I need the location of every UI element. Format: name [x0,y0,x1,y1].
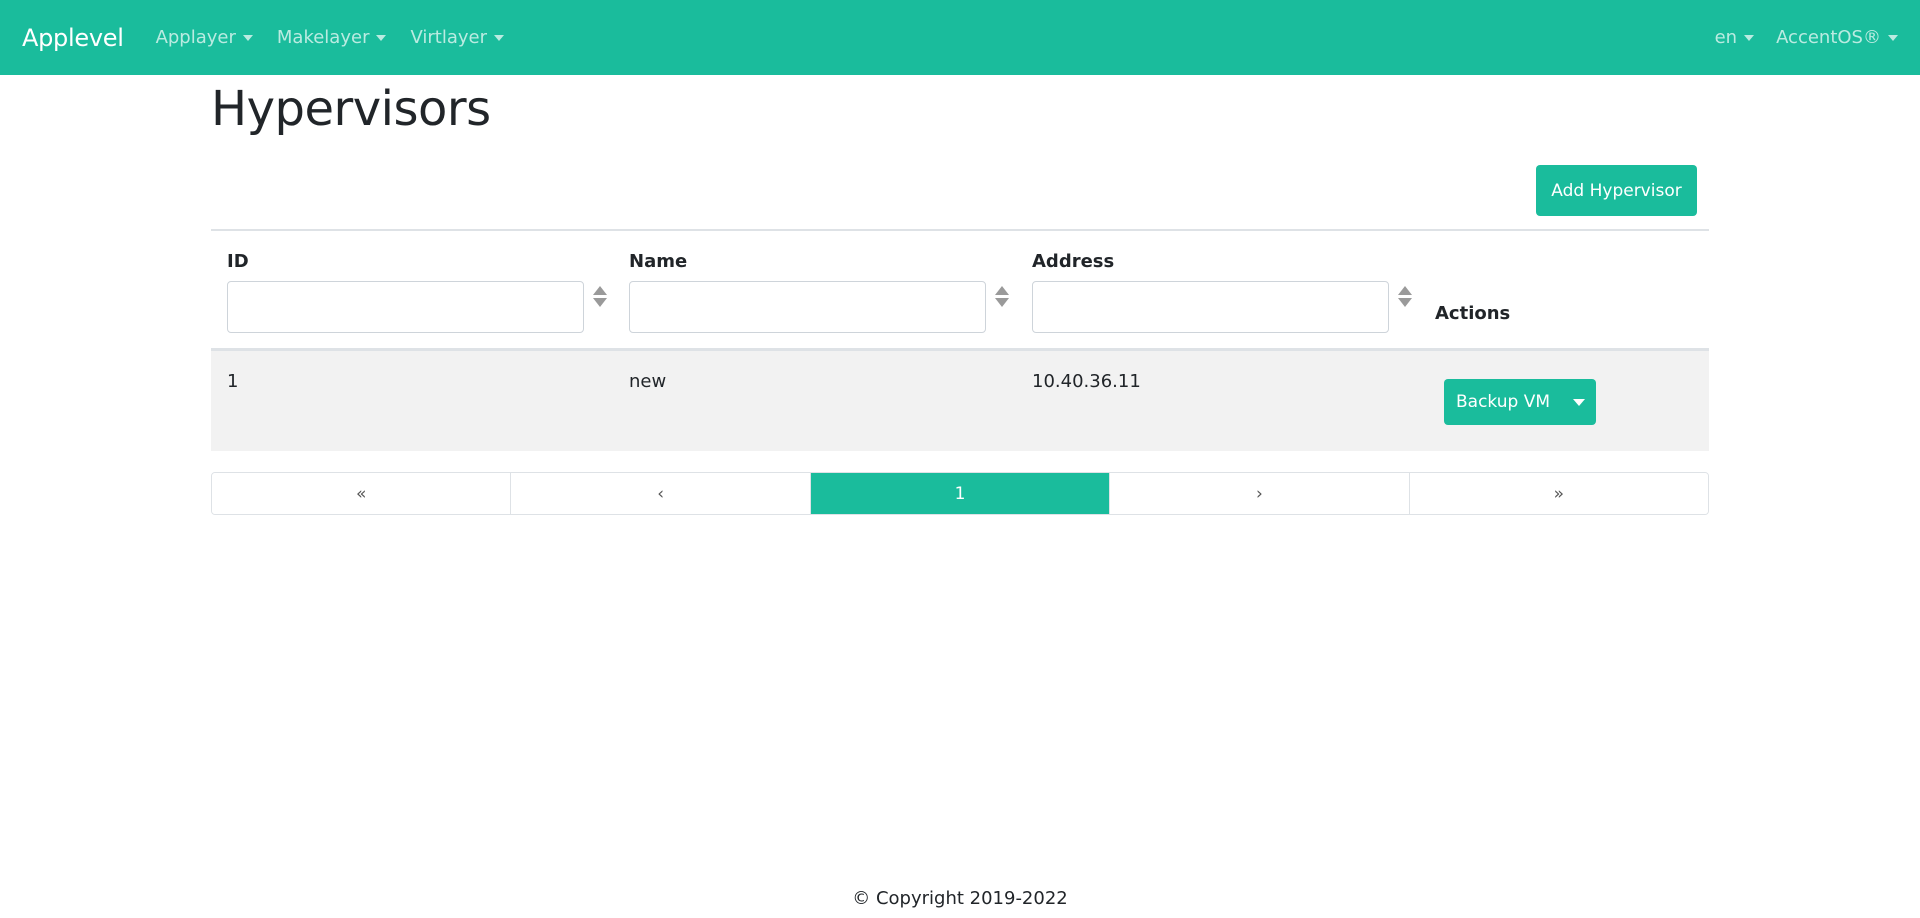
column-actions-label: Actions [1435,303,1511,324]
account-label: AccentOS® [1776,27,1881,48]
column-name-label: Name [629,251,688,272]
row-actions-split-button: Backup VM [1444,379,1597,425]
column-address-label: Address [1032,251,1115,272]
page-title: Hypervisors [211,81,491,137]
hypervisors-table: ID Name Address Actions 1 new 10.40.36.1… [211,229,1709,451]
chevron-down-icon [376,34,387,41]
page-first[interactable]: « [212,473,512,514]
column-id: ID [211,231,614,351]
menu-makelayer[interactable]: Makelayer [277,27,387,48]
sort-id-icon[interactable] [592,284,608,308]
column-name: Name [613,231,1016,351]
page-next[interactable]: › [1110,473,1410,514]
menu-applayer-label: Applayer [155,27,236,48]
name-filter-input[interactable] [629,281,986,333]
backup-vm-button[interactable]: Backup VM [1444,379,1563,425]
chevron-down-icon [1888,34,1898,41]
add-hypervisor-button[interactable]: Add Hypervisor [1536,165,1697,216]
menu-virtlayer[interactable]: Virtlayer [410,27,505,48]
table-header: ID Name Address Actions [211,231,1709,351]
menu-applayer[interactable]: Applayer [156,27,253,48]
language-dropdown[interactable]: en [1714,27,1755,48]
chevron-down-icon [494,34,505,41]
actions-dropdown-toggle[interactable] [1562,379,1597,425]
navbar-right: en AccentOS® [1693,27,1898,48]
id-filter-input[interactable] [227,281,584,333]
address-filter-input[interactable] [1032,281,1389,333]
cell-id: 1 [227,371,239,392]
table-body: 1 new 10.40.36.11 Backup VM [211,351,1709,451]
brand-link[interactable]: Applevel [22,24,124,52]
pagination: « ‹ 1 › » [211,472,1709,515]
menu-makelayer-label: Makelayer [276,27,370,48]
page-prev[interactable]: ‹ [511,473,811,514]
column-id-label: ID [227,251,249,272]
chevron-down-icon [1573,398,1586,406]
footer-copyright: © Copyright 2019-2022 [852,888,1068,909]
account-dropdown[interactable]: AccentOS® [1776,27,1898,48]
sort-address-icon[interactable] [1397,284,1413,308]
cell-address: 10.40.36.11 [1032,371,1141,392]
top-navbar: Applevel Applayer Makelayer Virtlayer en… [0,0,1920,75]
chevron-down-icon [242,34,253,41]
column-address: Address [1016,231,1419,351]
page-current[interactable]: 1 [810,473,1111,514]
table-row: 1 new 10.40.36.11 Backup VM [211,351,1709,451]
page-last[interactable]: » [1409,473,1708,514]
language-label: en [1714,27,1738,48]
chevron-down-icon [1744,34,1755,41]
cell-name: new [629,371,667,392]
menu-virtlayer-label: Virtlayer [410,27,488,48]
sort-name-icon[interactable] [994,284,1010,308]
